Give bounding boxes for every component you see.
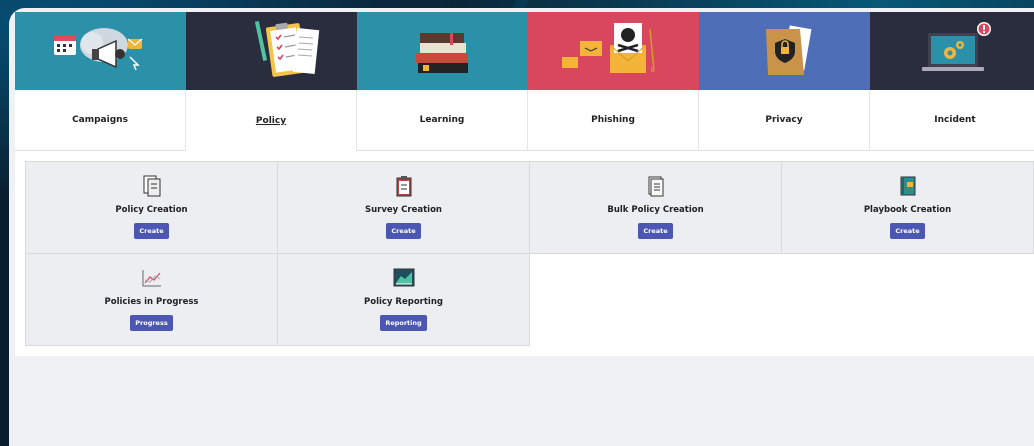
progress-button[interactable]: Progress — [130, 315, 173, 331]
playbook-book-icon — [897, 175, 919, 197]
policy-clipboard-icon — [186, 12, 357, 90]
main-panel: Campaigns Policy Learning Phishing Priva… — [9, 8, 1034, 446]
category-tabs: Campaigns Policy Learning Phishing Priva… — [15, 12, 1034, 151]
create-button[interactable]: Create — [638, 223, 673, 239]
tab-campaigns[interactable]: Campaigns — [15, 12, 186, 151]
policy-document-icon — [141, 175, 163, 197]
tab-label: Policy — [186, 90, 357, 151]
card-policy-creation: Policy Creation Create — [25, 161, 278, 254]
incident-laptop-icon — [870, 12, 1034, 90]
reporting-button[interactable]: Reporting — [380, 315, 427, 331]
card-policy-reporting: Policy Reporting Reporting — [277, 253, 530, 346]
card-playbook-creation: Playbook Creation Create — [781, 161, 1034, 254]
policy-content: Policy Creation Create Survey Creation C… — [15, 151, 1034, 356]
tab-policy[interactable]: Policy — [186, 12, 357, 151]
tab-incident[interactable]: Incident — [870, 12, 1034, 151]
tab-label: Incident — [870, 90, 1034, 151]
tab-label: Phishing — [528, 90, 699, 151]
tab-learning[interactable]: Learning — [357, 12, 528, 151]
phishing-envelope-icon — [528, 12, 699, 90]
survey-clipboard-icon — [393, 175, 415, 197]
card-bulk-policy-creation: Bulk Policy Creation Create — [529, 161, 782, 254]
privacy-folder-icon — [699, 12, 870, 90]
bulk-document-icon — [645, 175, 667, 197]
tab-privacy[interactable]: Privacy — [699, 12, 870, 151]
card-survey-creation: Survey Creation Create — [277, 161, 530, 254]
tab-phishing[interactable]: Phishing — [528, 12, 699, 151]
create-button[interactable]: Create — [134, 223, 169, 239]
card-title: Policy Reporting — [364, 297, 443, 307]
policy-card-grid: Policy Creation Create Survey Creation C… — [25, 161, 1034, 346]
create-button[interactable]: Create — [386, 223, 421, 239]
card-title: Policies in Progress — [104, 297, 199, 307]
tab-label: Learning — [357, 90, 528, 151]
card-title: Policy Creation — [115, 205, 188, 215]
card-title: Bulk Policy Creation — [607, 205, 704, 215]
campaign-icon — [15, 12, 186, 90]
tab-label: Campaigns — [15, 90, 186, 151]
card-title: Survey Creation — [365, 205, 442, 215]
progress-chart-icon — [141, 267, 163, 289]
card-title: Playbook Creation — [863, 205, 952, 215]
create-button[interactable]: Create — [890, 223, 925, 239]
books-icon — [357, 12, 528, 90]
reporting-chart-icon — [393, 267, 415, 289]
card-policies-in-progress: Policies in Progress Progress — [25, 253, 278, 346]
tab-label: Privacy — [699, 90, 870, 151]
